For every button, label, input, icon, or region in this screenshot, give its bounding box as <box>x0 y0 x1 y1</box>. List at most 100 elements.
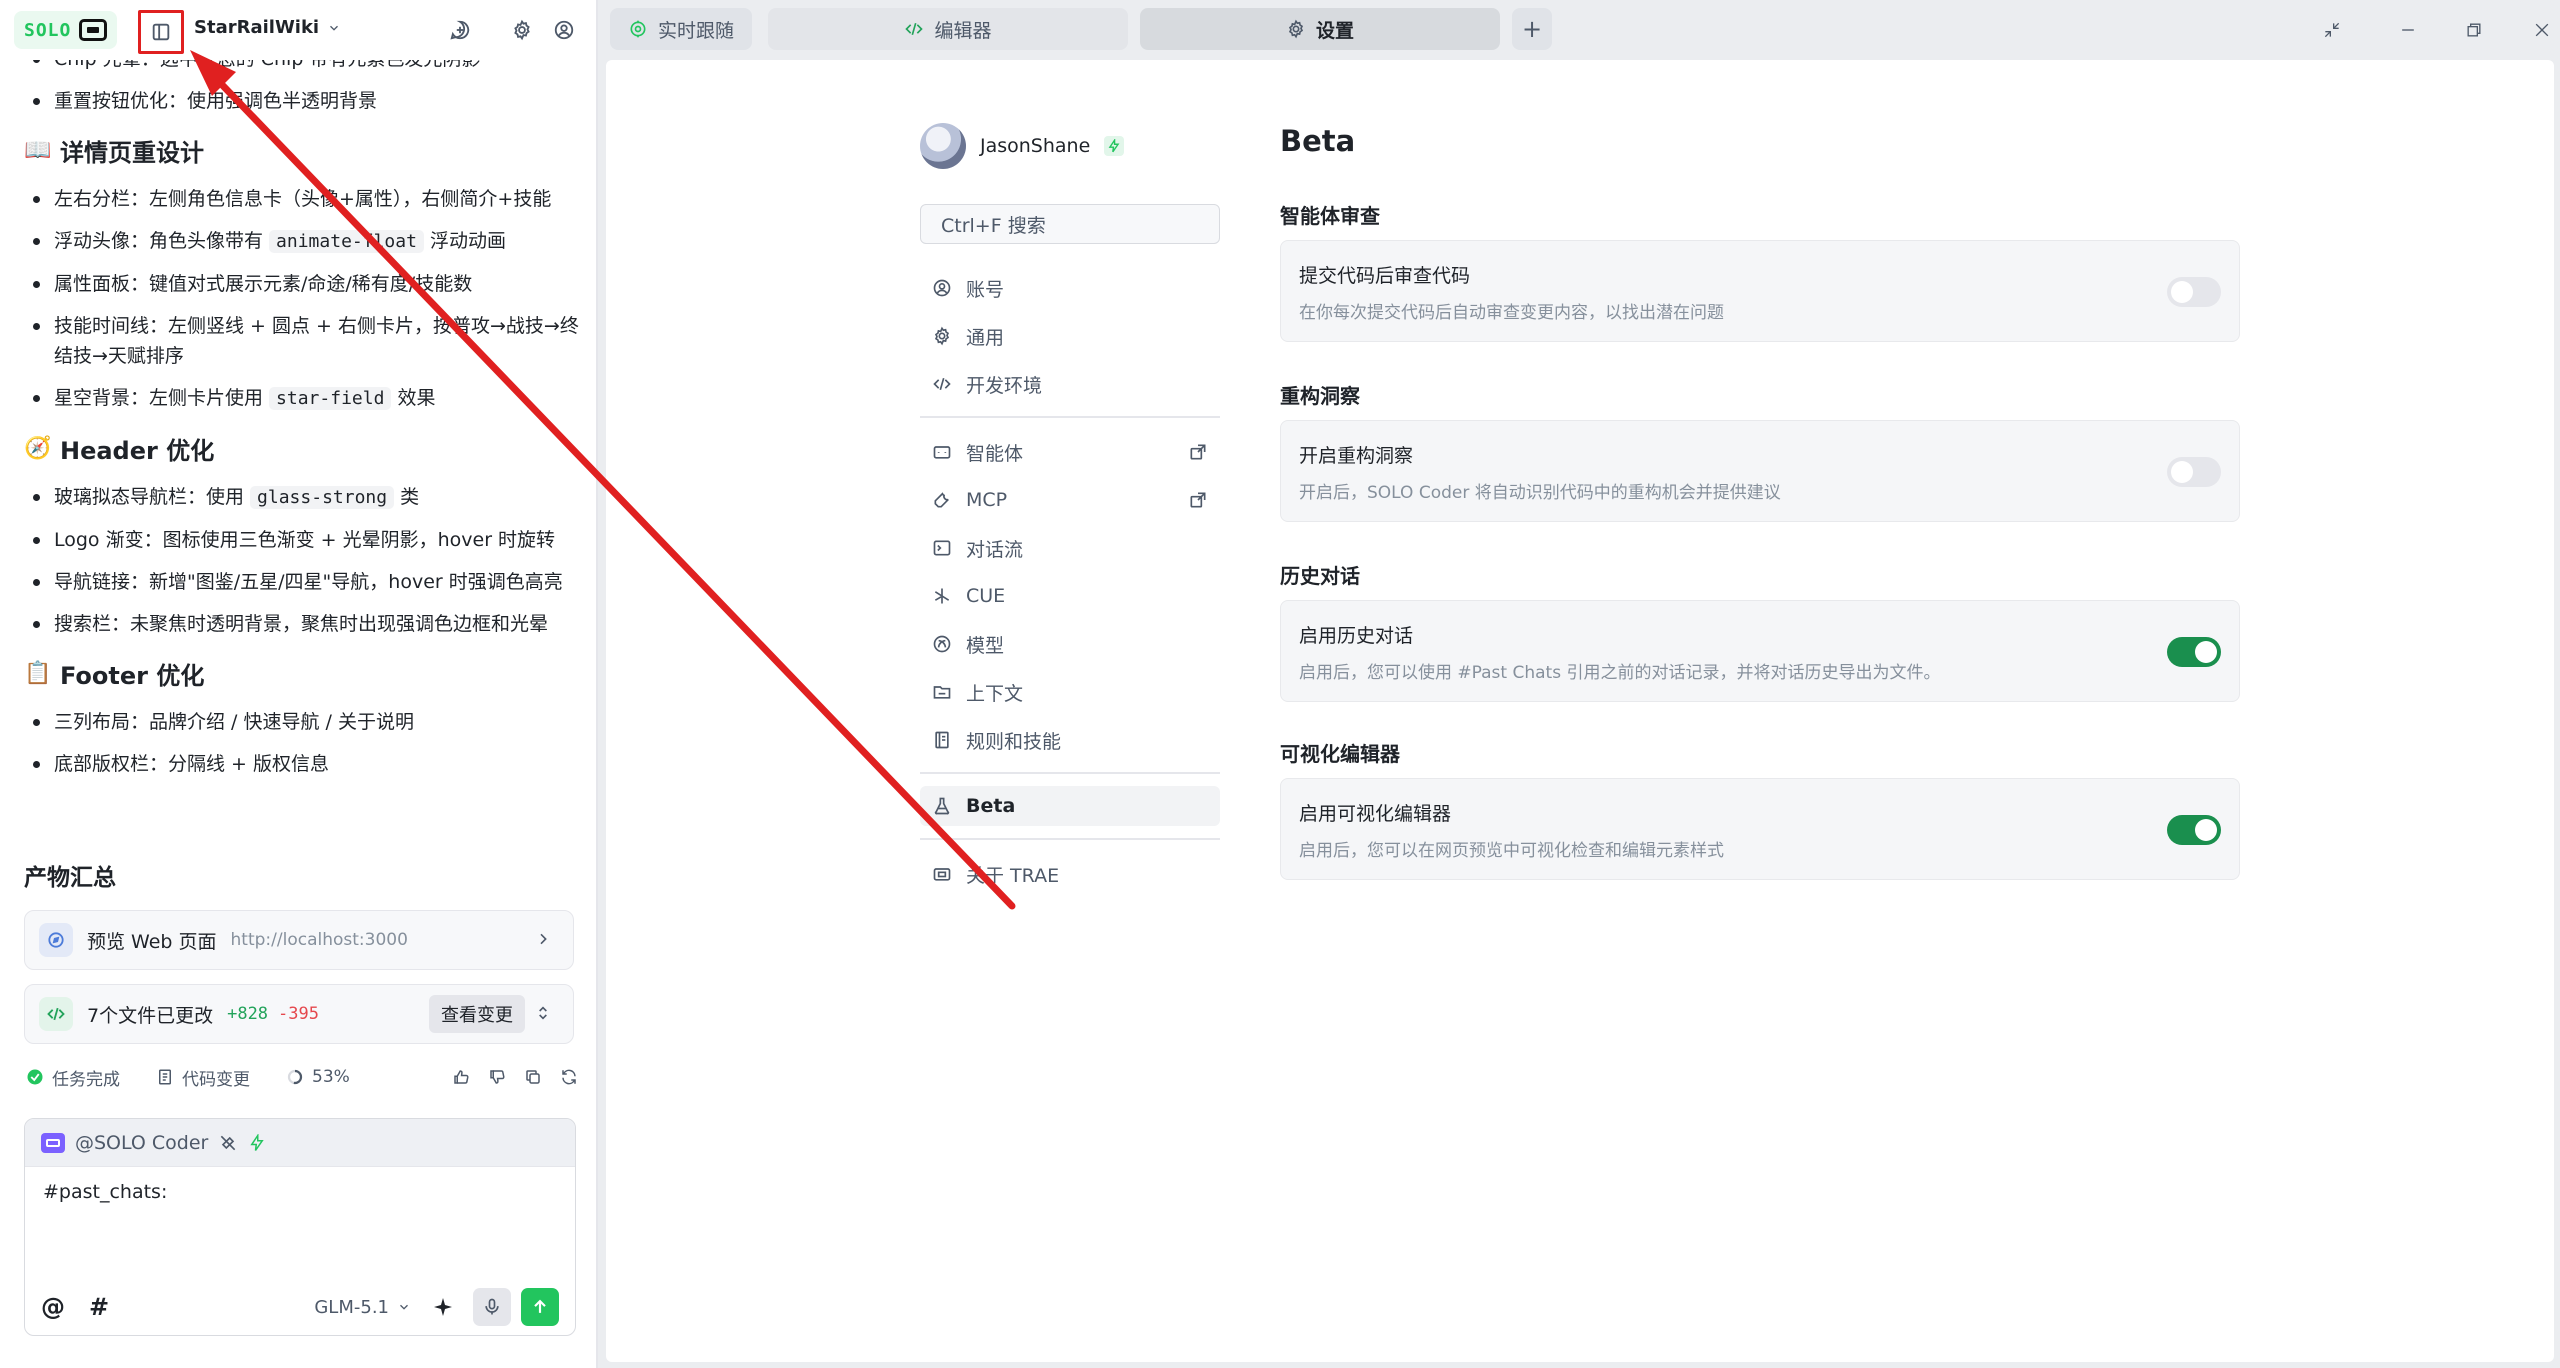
nav-item-context[interactable]: 上下文 <box>920 672 1220 712</box>
artifacts-title: 产物汇总 <box>24 865 116 891</box>
list-item-text: 类 <box>394 486 420 508</box>
list-item: 星空背景：左侧卡片使用 star-field 效果 <box>24 383 580 414</box>
document-icon <box>159 1069 171 1085</box>
new-chat-button[interactable] <box>440 10 480 50</box>
hashtag-button[interactable]: # <box>89 1293 109 1321</box>
restore-icon <box>2467 23 2481 37</box>
nav-label: 对话流 <box>966 538 1024 561</box>
tab-settings[interactable]: 设置 <box>1140 8 1500 50</box>
list-item-text: 浮动头像：角色头像带有 <box>54 230 270 252</box>
section-heading-text: Header 优化 <box>60 436 215 465</box>
nav-item-rules-skills[interactable]: 规则和技能 <box>920 720 1220 760</box>
nav-label: 模型 <box>966 634 1005 657</box>
nav-item-agents[interactable]: 智能体 <box>920 432 1220 472</box>
microphone-button[interactable] <box>473 1288 511 1326</box>
status-row: 任务完成 代码变更 53% <box>26 1062 578 1092</box>
tab-live-follow[interactable]: 实时跟随 <box>610 8 752 50</box>
thumbs-up-icon[interactable] <box>452 1068 470 1086</box>
nav-label: MCP <box>966 489 1008 511</box>
chevron-down-icon <box>400 1304 408 1310</box>
list-item: Chip 光晕：选中状态的 Chip 带有元素色发光阴影 <box>24 60 580 74</box>
thumbs-down-icon[interactable] <box>488 1068 506 1086</box>
list-item: 左右分栏：左侧角色信息卡（头像+属性），右侧简介+技能 <box>24 184 580 214</box>
nav-item-beta[interactable]: Beta <box>920 786 1220 826</box>
settings-button[interactable] <box>502 10 542 50</box>
expand-icon[interactable] <box>535 1005 551 1021</box>
section-heading: 📋 Footer 优化 <box>24 651 580 695</box>
progress-status: 53% <box>286 1067 350 1087</box>
preview-web-card[interactable]: 预览 Web 页面 http://localhost:3000 <box>24 910 574 970</box>
sparkle-icon[interactable] <box>431 1295 455 1319</box>
microphone-icon <box>485 1298 499 1315</box>
files-changed-label: 7个文件已更改 <box>87 1004 214 1027</box>
nav-divider <box>920 772 1220 774</box>
section-heading-text: 详情页重设计 <box>60 138 204 167</box>
page-title: Beta <box>1280 124 1356 158</box>
nav-item-general[interactable]: 通用 <box>920 316 1220 356</box>
copy-icon[interactable] <box>524 1068 542 1086</box>
robot-icon <box>933 446 951 459</box>
preview-label: 预览 Web 页面 <box>87 930 217 953</box>
nav-label: 上下文 <box>966 682 1024 705</box>
inline-code: animate-float <box>269 230 424 253</box>
toggle-history-chats[interactable] <box>2167 637 2221 667</box>
chat-input[interactable]: #past_chats: <box>25 1167 575 1277</box>
minimize-button[interactable] <box>2390 12 2426 48</box>
agent-selector[interactable]: @SOLO Coder <box>25 1119 575 1167</box>
nav-label: 关于 TRAE <box>966 864 1060 887</box>
clipboard-icon: 📋 <box>24 660 52 686</box>
model-selector[interactable]: GLM-5.1 <box>314 1297 411 1318</box>
group-title-refactor-insight: 重构洞察 <box>1280 384 1360 408</box>
task-status-text: 任务完成 <box>52 1069 120 1090</box>
list-item: 玻璃拟态导航栏：使用 glass-strong 类 <box>24 482 580 513</box>
toggle-refactor-insight[interactable] <box>2167 457 2221 487</box>
option-title: 启用历史对话 <box>1299 625 1414 647</box>
collapse-button[interactable] <box>2314 12 2350 48</box>
nav-item-account[interactable]: 账号 <box>920 268 1220 308</box>
nav-item-dev-env[interactable]: 开发环境 <box>920 364 1220 404</box>
toggle-visual-editor[interactable] <box>2167 815 2221 845</box>
list-item: 重置按钮优化：使用强调色半透明背景 <box>24 86 580 116</box>
nav-item-cue[interactable]: CUE <box>920 576 1220 616</box>
user-profile[interactable]: JasonShane <box>920 123 1125 169</box>
agent-icon <box>41 1132 65 1153</box>
refresh-icon[interactable] <box>560 1068 578 1086</box>
solo-mode-icon <box>79 19 108 41</box>
group-title-agent-review: 智能体审查 <box>1280 204 1380 228</box>
solo-logo[interactable]: SOLO <box>14 11 118 49</box>
tab-editor[interactable]: 编辑器 <box>768 8 1128 50</box>
nav-label: 开发环境 <box>966 374 1043 397</box>
preview-url: http://localhost:3000 <box>230 930 408 950</box>
view-changes-button[interactable]: 查看变更 <box>429 995 525 1033</box>
left-panel: SOLO StarRailWiki Chip 光晕：选中状态的 Chip 带有元… <box>0 0 598 1368</box>
send-button[interactable] <box>521 1288 559 1326</box>
mention-button[interactable]: @ <box>41 1293 65 1321</box>
bolt-icon <box>250 1133 265 1151</box>
tab-label: 实时跟随 <box>657 19 734 42</box>
external-link-icon <box>1190 492 1206 508</box>
minimize-icon <box>2402 29 2414 31</box>
nav-item-models[interactable]: 模型 <box>920 624 1220 664</box>
sidebar-toggle-button[interactable] <box>138 10 184 54</box>
cue-icon <box>934 588 950 604</box>
nav-label: 账号 <box>966 278 1005 301</box>
nav-item-about[interactable]: 关于 TRAE <box>920 854 1220 894</box>
project-selector[interactable]: StarRailWiki <box>194 17 341 38</box>
nav-item-conversation-flow[interactable]: 对话流 <box>920 528 1220 568</box>
toggle-agent-review[interactable] <box>2167 277 2221 307</box>
add-tab-button[interactable]: + <box>1512 8 1552 50</box>
close-window-button[interactable] <box>2524 12 2560 48</box>
account-button[interactable] <box>544 10 584 50</box>
settings-search-input[interactable]: Ctrl+F 搜索 <box>920 204 1220 244</box>
nav-item-mcp[interactable]: MCP <box>920 480 1220 520</box>
list-item: 搜索栏：未聚焦时透明背景，聚焦时出现强调色边框和光晕 <box>24 609 580 639</box>
arrow-up-icon <box>534 1299 546 1313</box>
gear-icon <box>934 326 950 346</box>
option-card-history-chats: 启用历史对话 启用后，您可以使用 #Past Chats 引用之前的对话记录，并… <box>1280 600 2240 702</box>
tools-icon <box>221 1135 236 1150</box>
restore-button[interactable] <box>2456 12 2492 48</box>
user-circle-icon <box>554 20 574 40</box>
code-changes-status[interactable]: 代码变更 <box>156 1065 250 1090</box>
list-item: Logo 渐变：图标使用三色渐变 + 光晕阴影，hover 时旋转 <box>24 525 580 555</box>
files-changed-card[interactable]: 7个文件已更改 +828 -395 查看变更 <box>24 984 574 1044</box>
